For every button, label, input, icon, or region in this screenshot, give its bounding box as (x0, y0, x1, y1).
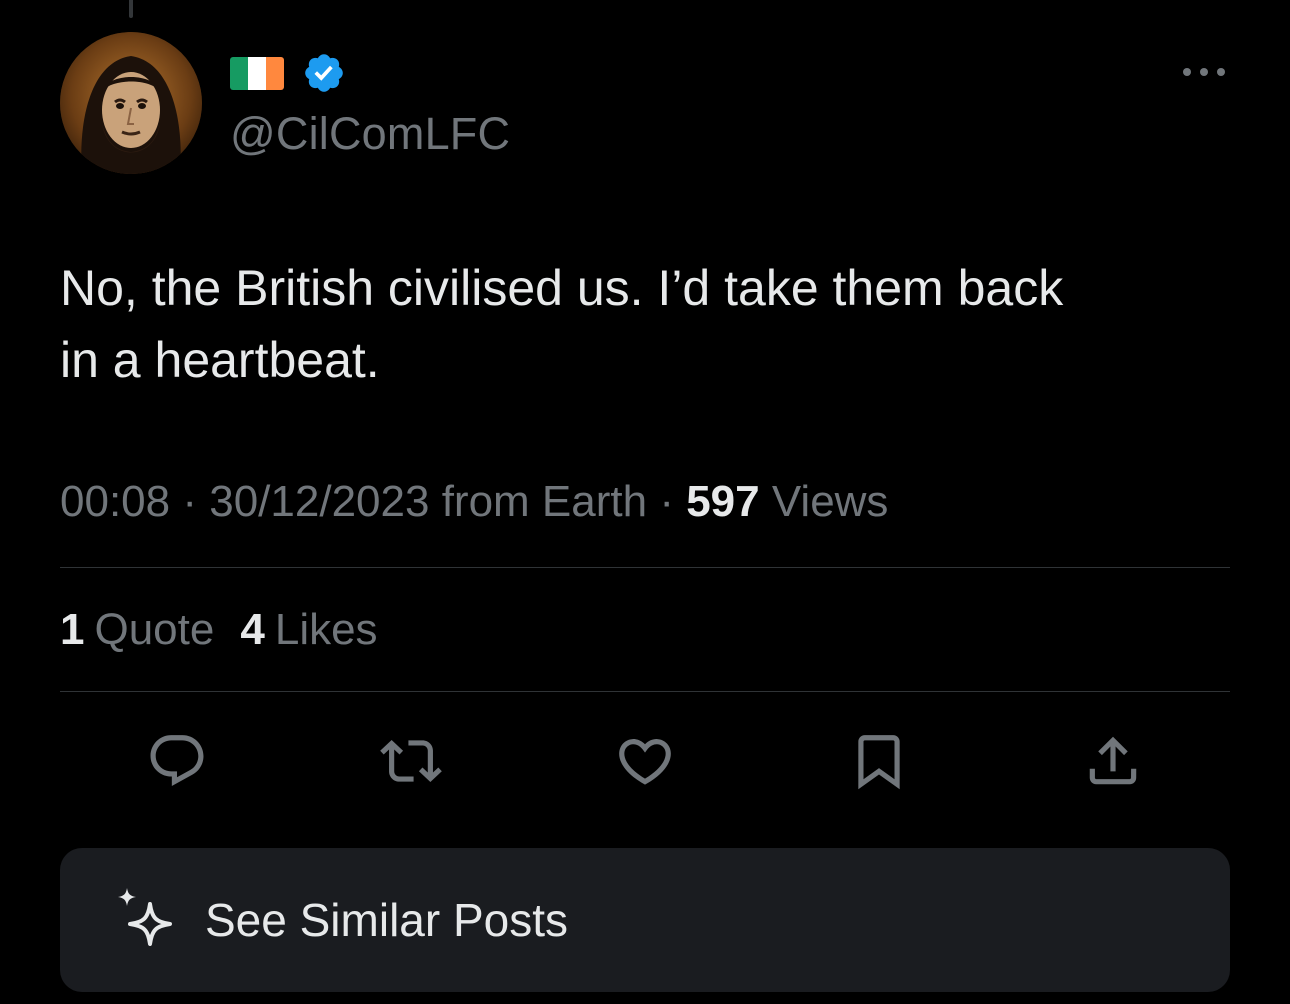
likes-count: 4 (240, 605, 265, 654)
post-text-line: in a heartbeat. (60, 332, 380, 388)
avatar[interactable] (60, 32, 202, 174)
like-heart-icon (619, 739, 671, 785)
share-icon (1089, 736, 1137, 785)
flag-stripe-orange (266, 56, 284, 90)
thread-connector-line (129, 0, 133, 18)
author-handle[interactable]: @CilComLFC (230, 108, 510, 160)
likes-label: Likes (274, 605, 378, 654)
verified-badge-icon[interactable] (302, 51, 346, 95)
more-dot (1200, 68, 1208, 76)
meta-separator: · (659, 477, 674, 526)
author-info: @CilComLFC (230, 52, 510, 160)
avatar-image (60, 32, 202, 174)
sparkle-icon-svg (118, 888, 172, 946)
divider (60, 691, 1230, 692)
display-name-row[interactable] (230, 52, 510, 94)
quotes-count: 1 (60, 605, 85, 654)
meta-separator: · (182, 477, 197, 526)
divider (60, 567, 1230, 568)
flag-stripe-white (248, 56, 266, 90)
like-button[interactable] (610, 726, 680, 796)
quotes-stat[interactable]: 1 Quote (60, 602, 214, 658)
action-bar (60, 720, 1230, 800)
post-date[interactable]: 30/12/2023 (209, 477, 429, 526)
see-similar-posts-label: See Similar Posts (205, 894, 569, 946)
bookmark-button[interactable] (844, 726, 914, 796)
ireland-flag-icon (230, 56, 284, 90)
likes-stat[interactable]: 4 Likes (240, 602, 377, 658)
see-similar-posts-button[interactable]: See Similar Posts (60, 848, 1230, 992)
engagement-stats: 1 Quote 4 Likes (60, 602, 378, 658)
repost-button[interactable] (376, 726, 446, 796)
more-dot (1217, 68, 1225, 76)
reply-button[interactable] (142, 726, 212, 796)
views-count[interactable]: 597 (686, 477, 759, 526)
more-options-button[interactable] (1180, 60, 1228, 84)
more-dot (1183, 68, 1191, 76)
post-text: No, the British civilised us. I’d take t… (60, 252, 1210, 396)
bookmark-icon (858, 735, 900, 790)
quotes-label: Quote (94, 605, 215, 654)
post-detail-view: @CilComLFC No, the British civilised us.… (0, 0, 1290, 1004)
post-source: from Earth (441, 477, 648, 526)
post-time[interactable]: 00:08 (60, 477, 170, 526)
views-label[interactable]: Views (772, 477, 889, 526)
reply-icon (150, 735, 204, 787)
flag-stripe-green (230, 56, 248, 90)
post-text-line: No, the British civilised us. I’d take t… (60, 260, 1064, 316)
post-metadata: 00:08 · 30/12/2023 from Earth · 597 View… (60, 474, 888, 530)
repost-icon (380, 740, 442, 782)
share-button[interactable] (1078, 726, 1148, 796)
sparkle-icon (112, 884, 184, 956)
